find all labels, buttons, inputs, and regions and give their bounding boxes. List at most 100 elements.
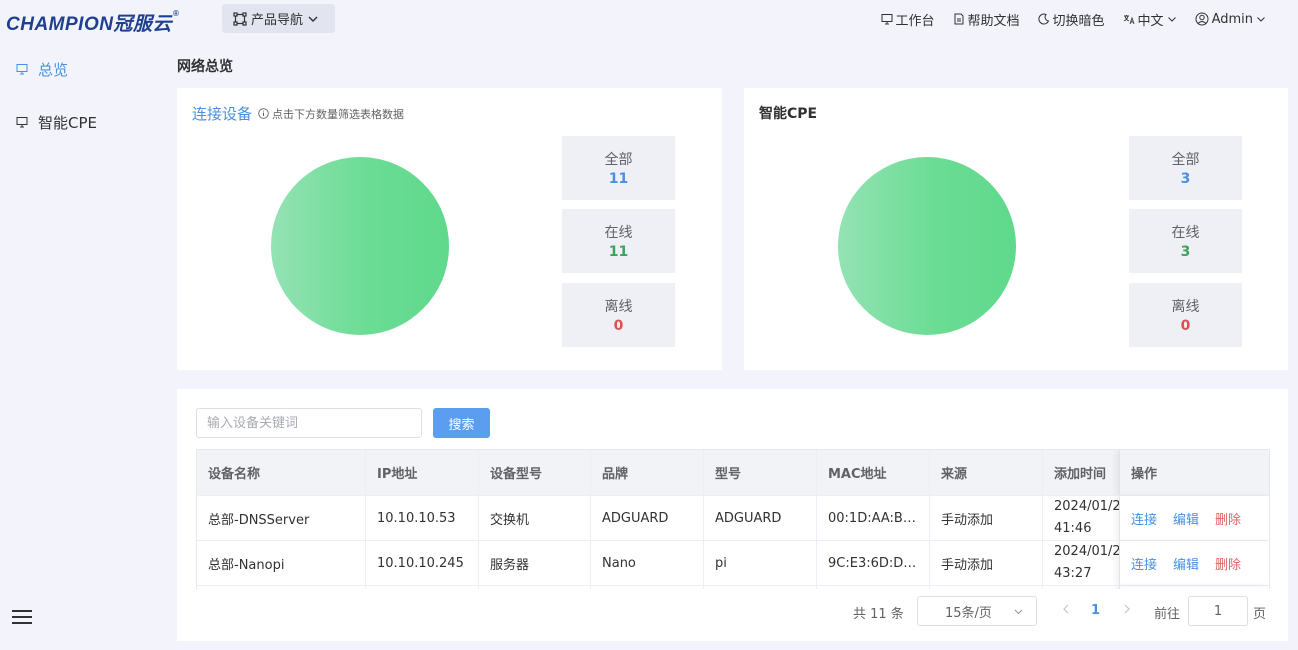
logo-registered-mark: ®	[172, 9, 180, 18]
pagination: 共 11 条 15条/页 1 前往 页	[177, 595, 1288, 627]
next-page-button[interactable]	[1122, 603, 1132, 619]
page-suffix: 页	[1253, 607, 1267, 622]
table-header-row: 设备名称 IP地址 设备型号 品牌 型号 MAC地址 来源 添加时间 操作	[197, 450, 1269, 495]
cell-model: ADGUARD	[704, 496, 817, 540]
stat-online[interactable]: 在线 3	[1129, 209, 1242, 273]
edit-link[interactable]: 编辑	[1173, 509, 1199, 528]
table-cell	[1120, 586, 1269, 589]
column-header[interactable]: 添加时间	[1043, 450, 1120, 495]
chevron-left-icon	[1063, 604, 1069, 614]
cell-ip: 10.10.10.53	[366, 496, 479, 540]
cell-source: 手动添加	[930, 496, 1043, 540]
moon-icon	[1038, 13, 1049, 25]
column-header: 操作	[1120, 450, 1269, 495]
column-header[interactable]: 型号	[704, 450, 817, 495]
user-menu[interactable]: Admin	[1195, 12, 1266, 27]
prev-page-button[interactable]	[1061, 603, 1071, 619]
translate-icon	[1123, 15, 1134, 25]
cell-mac-text: 00:1D:AA:B2…	[828, 510, 918, 526]
header-actions: 工作台 帮助文档 切换暗色 中文 Admin	[881, 0, 1267, 38]
sidebar-item-overview[interactable]: 总览	[16, 57, 68, 81]
device-status-pie-chart	[271, 157, 449, 335]
info-icon	[258, 108, 269, 119]
cell-ip: 10.10.10.245	[366, 541, 479, 585]
stat-value: 3	[1180, 244, 1191, 260]
top-header: CHAMPION冠服云® 产品导航 工作台 帮助文档 切换暗色 中文 Admin	[0, 0, 1298, 38]
product-nav-button[interactable]: 产品导航	[222, 4, 335, 33]
connected-devices-card: 连接设备 点击下方数量筛选表格数据 全部 11 在线 11 离线 0	[177, 88, 722, 370]
chevron-right-icon	[1124, 604, 1130, 614]
stat-value: 11	[608, 244, 629, 260]
product-nav-icon	[233, 11, 247, 26]
table-cell	[704, 586, 817, 589]
table-cell	[366, 586, 479, 589]
chevron-down-icon	[1014, 609, 1023, 614]
goto-page-input[interactable]	[1188, 596, 1248, 626]
device-search-input[interactable]	[196, 408, 422, 438]
stat-all[interactable]: 全部 11	[562, 136, 675, 200]
edit-link[interactable]: 编辑	[1173, 554, 1199, 573]
language-selector[interactable]: 中文	[1123, 10, 1177, 29]
cell-operations: 连接 编辑 删除	[1120, 496, 1269, 540]
added-time-line1: 2024/01/28	[1054, 544, 1120, 559]
column-header[interactable]: 设备名称	[197, 450, 366, 495]
stat-online[interactable]: 在线 11	[562, 209, 675, 273]
sidebar-item-smart-cpe[interactable]: 智能CPE	[16, 110, 97, 134]
stat-offline[interactable]: 离线 0	[562, 283, 675, 347]
menu-collapse-icon[interactable]	[12, 610, 32, 626]
help-docs-label: 帮助文档	[967, 13, 1020, 29]
stat-all[interactable]: 全部 3	[1129, 136, 1242, 200]
user-name: Admin	[1211, 11, 1253, 27]
card-header: 智能CPE	[759, 103, 817, 123]
cell-device-type: 服务器	[479, 541, 591, 585]
cell-model: pi	[704, 541, 817, 585]
delete-link[interactable]: 删除	[1215, 554, 1241, 573]
brand-logo[interactable]: CHAMPION冠服云®	[6, 9, 179, 36]
stat-value: 0	[613, 318, 624, 334]
document-icon	[954, 13, 964, 25]
card-header: 连接设备 点击下方数量筛选表格数据	[192, 103, 404, 124]
smart-cpe-card: 智能CPE 全部 3 在线 3 离线 0	[744, 88, 1288, 370]
stat-label: 全部	[604, 152, 633, 168]
column-header[interactable]: 来源	[930, 450, 1043, 495]
toggle-dark-button[interactable]: 切换暗色	[1038, 10, 1105, 29]
table-row: 总部-Nanopi 10.10.10.245 服务器 Nano pi 9C:E3…	[197, 540, 1269, 585]
column-header[interactable]: 设备型号	[479, 450, 591, 495]
table-cell	[930, 586, 1043, 589]
goto-label: 前往	[1154, 607, 1181, 622]
cell-brand: ADGUARD	[591, 496, 704, 540]
cell-operations: 连接 编辑 删除	[1120, 541, 1269, 585]
cpe-status-pie-chart	[838, 157, 1016, 335]
search-button[interactable]: 搜索	[433, 408, 490, 438]
logo-text: CHAMPION冠服云	[6, 14, 172, 35]
stat-value: 11	[608, 171, 629, 187]
table-cell	[591, 586, 704, 589]
cell-device-name: 总部-DNSServer	[197, 496, 366, 540]
stat-label: 在线	[604, 225, 633, 241]
monitor-icon	[16, 64, 28, 75]
page-number-1[interactable]: 1	[1091, 603, 1100, 618]
stat-label: 在线	[1171, 225, 1200, 241]
language-label: 中文	[1137, 13, 1164, 29]
chevron-down-icon	[1257, 17, 1265, 22]
help-docs-link[interactable]: 帮助文档	[953, 10, 1020, 29]
cell-mac-text: 9C:E3:6D:D…	[828, 555, 917, 571]
table-cell	[479, 586, 591, 589]
cell-mac: 9C:E3:6D:D…	[817, 541, 930, 585]
page-title: 网络总览	[177, 59, 233, 75]
added-time-line2: 43:27	[1054, 566, 1092, 581]
stat-offline[interactable]: 离线 0	[1129, 283, 1242, 347]
connect-link[interactable]: 连接	[1131, 554, 1157, 573]
column-header[interactable]: MAC地址	[817, 450, 930, 495]
stat-label: 全部	[1171, 152, 1200, 168]
connect-link[interactable]: 连接	[1131, 509, 1157, 528]
workbench-link[interactable]: 工作台	[881, 10, 935, 29]
column-header[interactable]: 品牌	[591, 450, 704, 495]
page-size-select[interactable]: 15条/页	[917, 596, 1037, 626]
stat-label: 离线	[1171, 299, 1200, 315]
table-row: 总部-DNSServer 10.10.10.53 交换机 ADGUARD ADG…	[197, 495, 1269, 540]
pagination-total: 共 11 条	[853, 607, 904, 622]
delete-link[interactable]: 删除	[1215, 509, 1241, 528]
column-header[interactable]: IP地址	[366, 450, 479, 495]
sidebar: 总览 智能CPE	[0, 38, 170, 650]
